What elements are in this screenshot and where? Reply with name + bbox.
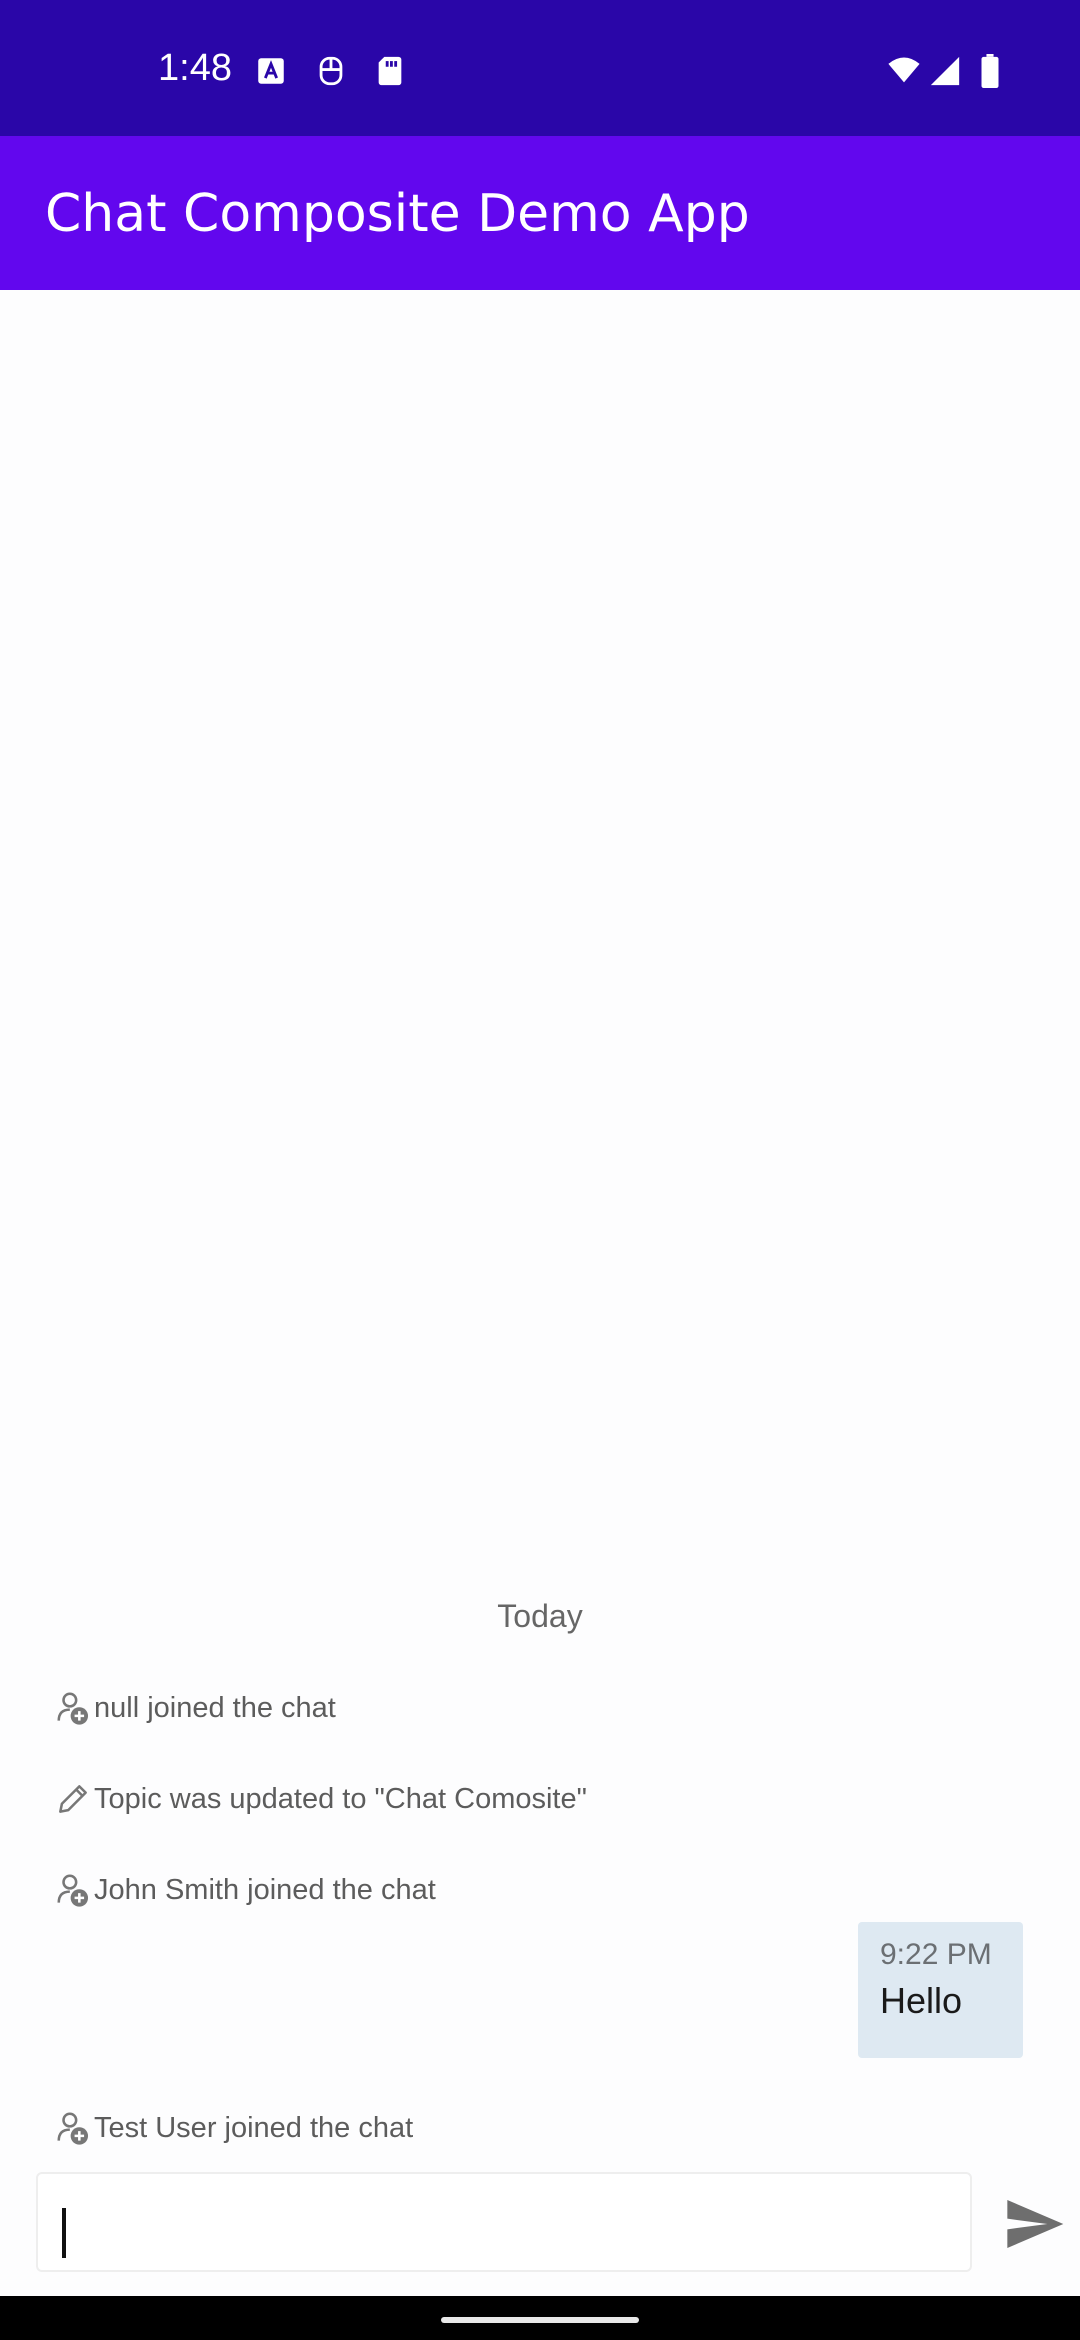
battery-icon xyxy=(978,54,1002,88)
system-message: null joined the chat xyxy=(54,1686,336,1730)
app-title: Chat Composite Demo App xyxy=(45,184,750,244)
person-add-icon xyxy=(54,1870,92,1910)
message-composer xyxy=(0,2166,1080,2296)
system-message: Test User joined the chat xyxy=(54,2106,413,2150)
system-message-text: John Smith joined the chat xyxy=(94,1873,436,1906)
accessibility-icon xyxy=(314,54,348,88)
sd-card-icon xyxy=(373,54,407,88)
system-message-text: Test User joined the chat xyxy=(94,2111,414,2144)
system-message-text: Topic was updated to "Chat Comosite" xyxy=(94,1782,587,1815)
home-gesture-handle[interactable] xyxy=(441,2317,639,2323)
send-button[interactable] xyxy=(1002,2192,1066,2256)
person-add-icon xyxy=(54,1688,92,1728)
navigation-bar xyxy=(0,2296,1080,2340)
pencil-icon xyxy=(54,1779,92,1819)
system-message-text: null joined the chat xyxy=(94,1691,336,1724)
message-timestamp: 9:22 PM xyxy=(880,1938,992,1971)
status-time: 1:48 xyxy=(158,47,232,89)
send-icon xyxy=(1007,2200,1064,2248)
text-cursor xyxy=(62,2208,66,2258)
person-add-icon xyxy=(54,2108,92,2148)
system-message: Topic was updated to "Chat Comosite" xyxy=(54,1777,587,1821)
wifi-icon xyxy=(884,54,924,88)
message-text: Hello xyxy=(880,1980,963,2021)
message-list[interactable]: Today null joined the chat Topic was upd… xyxy=(0,290,1080,2166)
system-message: John Smith joined the chat xyxy=(54,1868,436,1912)
message-input[interactable] xyxy=(58,2192,942,2254)
outgoing-message-bubble[interactable]: 9:22 PM Hello xyxy=(858,1922,1023,2058)
signal-icon xyxy=(928,54,962,88)
message-input-container[interactable] xyxy=(36,2172,972,2272)
app-bar: Chat Composite Demo App xyxy=(0,136,1080,290)
status-bar: 1:48 xyxy=(0,0,1080,136)
date-separator: Today xyxy=(497,1598,583,1634)
text-a-icon xyxy=(254,54,288,88)
